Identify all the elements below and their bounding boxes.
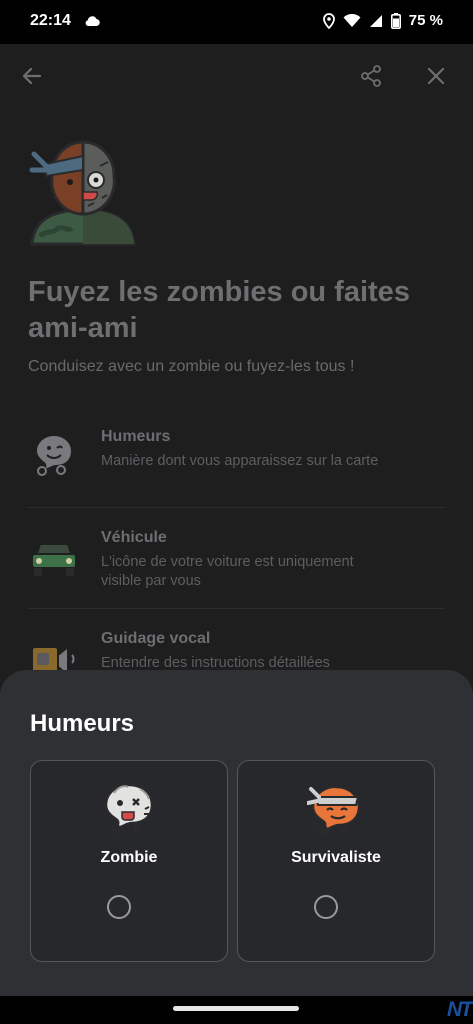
cloud-icon	[85, 16, 100, 27]
zombie-mood-icon	[104, 783, 154, 834]
battery-icon	[390, 12, 401, 29]
sheet-title: Humeurs	[30, 710, 135, 737]
status-time: 22:14	[30, 12, 71, 29]
page-subtitle: Conduisez avec un zombie ou fuyez-les to…	[28, 358, 355, 375]
mood-option-radio[interactable]	[107, 895, 131, 919]
setting-description: L'icône de votre voiture est uniquement …	[101, 554, 354, 589]
setting-description: Manière dont vous apparaissez sur la car…	[101, 453, 379, 469]
watermark-logo: NT	[447, 998, 473, 1021]
location-icon	[322, 12, 335, 29]
mood-option-label: Zombie	[100, 849, 158, 866]
survivalist-mood-icon	[307, 785, 361, 835]
mood-option-label: Survivaliste	[291, 849, 381, 866]
main-screen: Fuyez les zombies ou faites ami-ami Cond…	[0, 44, 473, 996]
zombie-survivor-avatar	[29, 140, 136, 246]
setting-title: Humeurs	[101, 428, 171, 445]
setting-row-vehicle[interactable]: Véhicule L'icône de votre voiture est un…	[28, 508, 445, 609]
moods-bottom-sheet: Humeurs Zombie Survivaliste	[0, 670, 473, 996]
battery-percent: 75 %	[408, 12, 443, 29]
page-title: Fuyez les zombies ou faites ami-ami	[28, 276, 410, 344]
back-arrow-icon[interactable]	[20, 64, 44, 88]
share-icon[interactable]	[359, 64, 383, 88]
signal-icon	[369, 14, 382, 27]
status-icons: 75 %	[322, 12, 443, 29]
wifi-icon	[343, 13, 361, 27]
mood-option-radio[interactable]	[314, 895, 338, 919]
home-gesture-handle[interactable]	[173, 1006, 299, 1011]
mood-option-survivalist[interactable]: Survivaliste	[237, 760, 435, 962]
close-icon[interactable]	[424, 64, 448, 88]
mood-option-zombie[interactable]: Zombie	[30, 760, 228, 962]
car-icon	[31, 543, 77, 576]
setting-title: Véhicule	[101, 529, 167, 546]
status-bar: 22:14 75 %	[0, 0, 473, 44]
setting-row-moods[interactable]: Humeurs Manière dont vous apparaissez su…	[28, 407, 445, 508]
navigation-bar: NT	[0, 996, 473, 1024]
mood-icon	[34, 433, 74, 476]
setting-title: Guidage vocal	[101, 630, 211, 647]
